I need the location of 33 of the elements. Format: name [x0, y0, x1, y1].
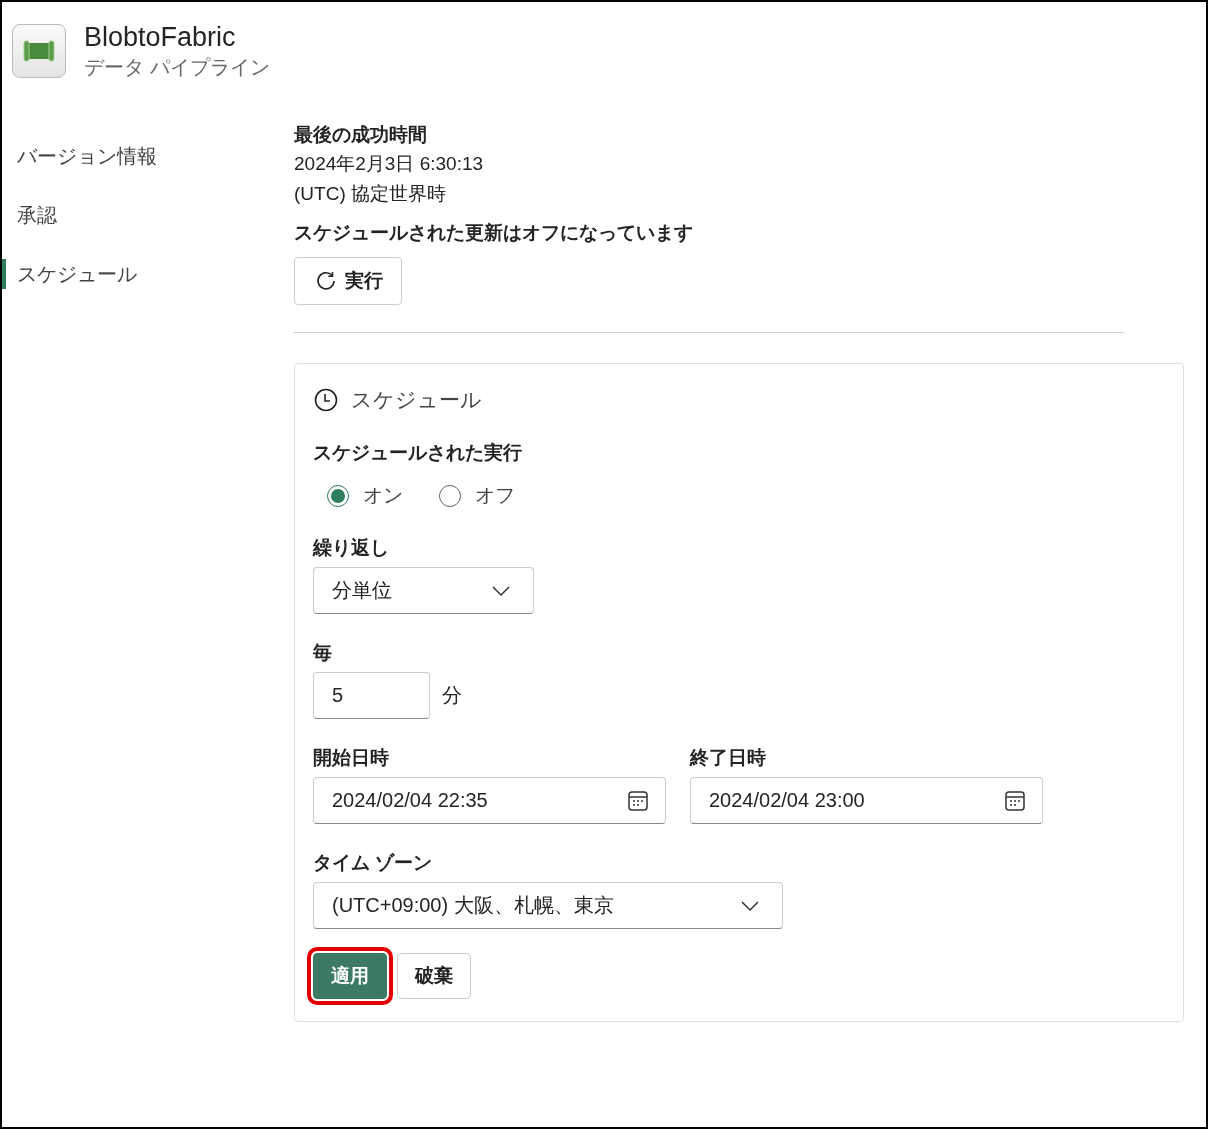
pipeline-icon [12, 23, 66, 78]
start-date-field[interactable]: 2024/02/04 22:35 [313, 777, 666, 824]
sidebar-item[interactable]: スケジュール [2, 259, 137, 289]
sidebar-item[interactable]: バージョン情報 [2, 141, 157, 171]
clock-icon [313, 387, 339, 413]
card-title: スケジュール [351, 387, 482, 413]
unit-label: 分 [442, 683, 462, 708]
discard-button[interactable]: 破棄 [397, 953, 471, 999]
end-date-field[interactable]: 2024/02/04 23:00 [690, 777, 1043, 824]
interval-field[interactable]: 5 [313, 672, 430, 719]
timezone-text: (UTC) 協定世界時 [294, 182, 447, 206]
repeat-dropdown[interactable]: 分単位 [313, 567, 534, 614]
refresh-icon [315, 270, 337, 292]
chevron-down-icon [740, 899, 760, 912]
run-button[interactable]: 実行 [294, 257, 402, 305]
field-label: 開始日時 [313, 746, 390, 770]
calendar-icon [627, 789, 649, 812]
field-label: 毎 [313, 641, 333, 665]
radio-label: オン [363, 483, 403, 508]
section-heading: 最後の成功時間 [294, 123, 428, 147]
radio-label: オフ [475, 483, 515, 508]
field-label: タイム ゾーン [313, 851, 434, 875]
calendar-icon [1004, 789, 1026, 812]
pipeline-title: BlobtoFabric [84, 21, 237, 54]
last-success-time: 2024年2月3日 6:30:13 [294, 152, 485, 176]
pipeline-type: データ パイプライン [84, 55, 270, 80]
field-label: 繰り返し [313, 536, 390, 560]
sidebar-item[interactable]: 承認 [2, 200, 57, 230]
refresh-notice: スケジュールされた更新はオフになっています [294, 221, 694, 245]
field-label: 終了日時 [690, 746, 767, 770]
timezone-dropdown[interactable]: (UTC+09:00) 大阪、札幌、東京 [313, 882, 783, 929]
chevron-down-icon [491, 584, 511, 597]
field-label: スケジュールされた実行 [313, 441, 523, 465]
